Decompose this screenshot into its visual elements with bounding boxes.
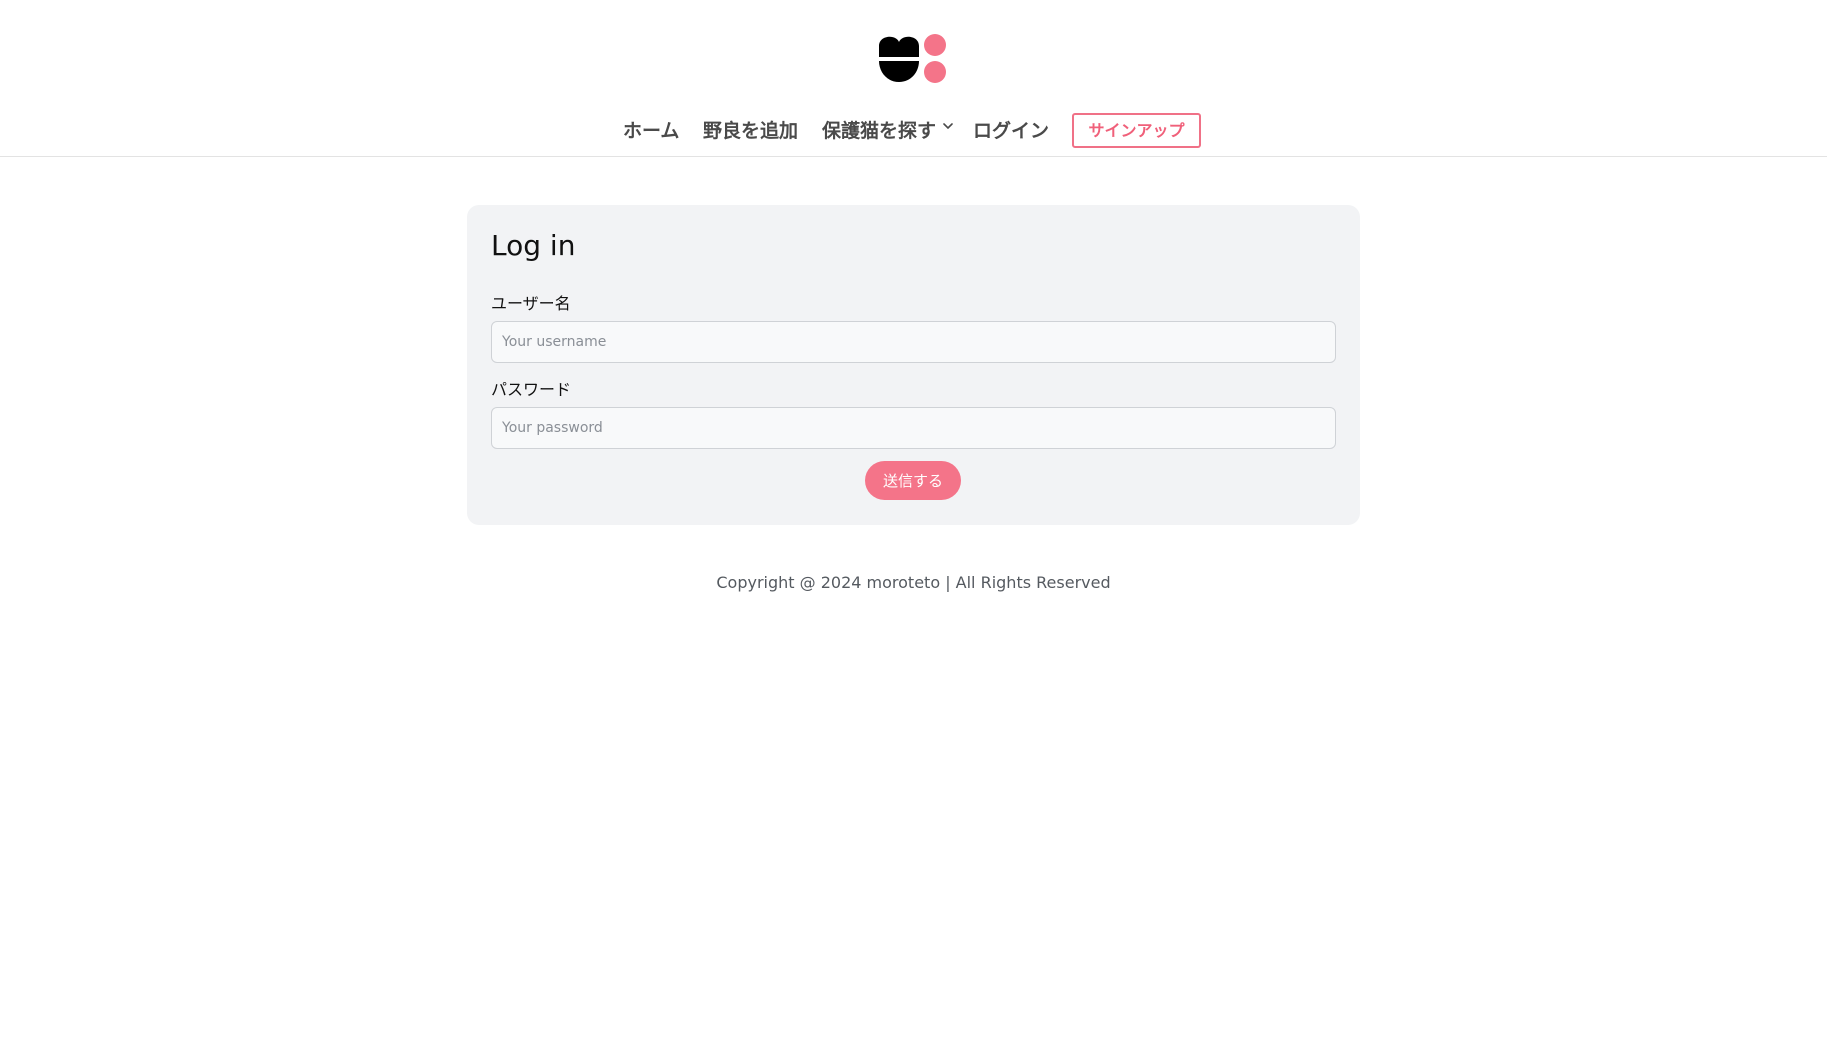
page-title: Log in: [491, 229, 576, 262]
signup-button[interactable]: サインアップ: [1072, 113, 1201, 148]
username-label: ユーザー名: [491, 294, 571, 313]
nav-login-link[interactable]: ログイン: [973, 116, 1049, 146]
username-input[interactable]: [491, 321, 1336, 363]
password-label: パスワード: [491, 380, 572, 399]
login-card: Log in ユーザー名 パスワード 送信する: [467, 205, 1360, 525]
site-header: ホーム 野良を追加 保護猫を探す ログイン サインアップ: [0, 0, 1827, 157]
password-input[interactable]: [491, 407, 1336, 449]
chevron-down-icon[interactable]: [942, 120, 954, 132]
submit-button[interactable]: 送信する: [865, 461, 961, 500]
main-nav: ホーム 野良を追加 保護猫を探す ログイン サインアップ: [0, 111, 1827, 151]
cat-paws-logo-icon[interactable]: [878, 34, 948, 86]
nav-home-link[interactable]: ホーム: [623, 116, 679, 146]
nav-find-cats-dropdown[interactable]: 保護猫を探す: [822, 116, 936, 146]
nav-add-stray-link[interactable]: 野良を追加: [703, 116, 798, 146]
footer-copyright: Copyright @ 2024 moroteto | All Rights R…: [716, 573, 1111, 592]
